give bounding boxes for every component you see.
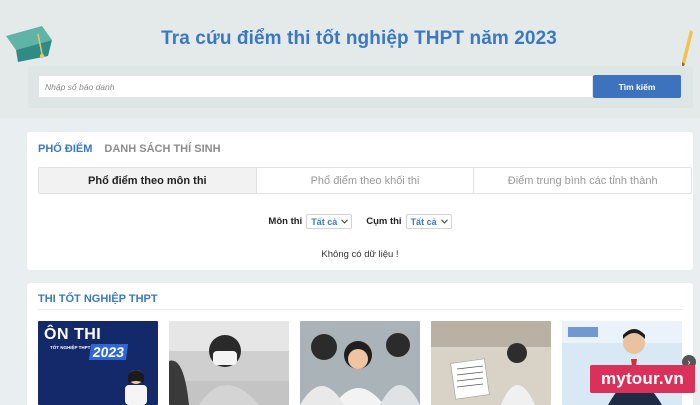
students-smiling-photo-icon [300, 321, 420, 405]
news-thumbnail-students-smiling[interactable] [300, 321, 420, 405]
tab-score-distribution[interactable]: PHỔ ĐIỂM [38, 143, 92, 161]
section-divider [38, 309, 683, 310]
news-thumbnails: ÔN THI TỐT NGHIỆP THPT 2023 [38, 321, 682, 405]
news-thumbnail-exam-room[interactable] [431, 321, 551, 405]
subject-filter-label: Môn thi [268, 216, 303, 227]
student-writing-photo-icon [169, 321, 289, 405]
exam-room-photo-icon [431, 321, 551, 405]
watermark-logo: mytour.vn [590, 365, 695, 393]
subtab-by-block[interactable]: Phổ điểm theo khối thi [255, 168, 474, 193]
cluster-filter-label: Cụm thi [366, 216, 402, 227]
news-thumbnail-student-writing[interactable] [169, 321, 289, 405]
subject-select[interactable]: Tất cả [306, 214, 353, 229]
main-tabs: PHỔ ĐIỂM DANH SÁCH THÍ SINH [38, 143, 221, 161]
poster-year: 2023 [88, 344, 129, 360]
subject-select-value: Tất cả [311, 216, 338, 227]
tab-candidate-list[interactable]: DANH SÁCH THÍ SINH [104, 143, 220, 161]
sub-tabs: Phổ điểm theo môn thi Phổ điểm theo khối… [38, 167, 692, 194]
page-title: Tra cứu điểm thi tốt nghiệp THPT năm 202… [161, 28, 557, 49]
candidate-number-input[interactable] [38, 75, 593, 98]
poster-subtitle: TỐT NGHIỆP THPT [50, 345, 91, 350]
subject-filter: Môn thi Tất cả [268, 214, 353, 229]
chevron-down-icon [341, 219, 349, 224]
chevron-down-icon [440, 219, 448, 224]
cluster-select-value: Tất cả [410, 216, 437, 227]
news-thumbnail-poster[interactable]: ÔN THI TỐT NGHIỆP THPT 2023 [38, 321, 158, 405]
score-distribution-card: PHỔ ĐIỂM DANH SÁCH THÍ SINH Phổ điểm the… [27, 132, 693, 270]
cluster-filter: Cụm thi Tất cả [366, 214, 452, 229]
empty-message: Không có dữ liệu ! [321, 249, 399, 260]
cluster-select[interactable]: Tất cả [405, 214, 452, 229]
search-button[interactable]: Tìm kiếm [593, 75, 681, 98]
poster-headline: ÔN THI [44, 326, 102, 343]
section-title: THI TỐT NGHIỆP THPT [38, 293, 158, 305]
filters: Môn thi Tất cả Cụm thi Tất cả [27, 214, 693, 229]
student-illustration-icon [125, 370, 147, 405]
header-banner: Tra cứu điểm thi tốt nghiệp THPT năm 202… [0, 0, 700, 118]
subtab-by-subject[interactable]: Phổ điểm theo môn thi [39, 168, 256, 193]
search-bar: Tìm kiếm [28, 66, 693, 108]
subtab-province-average[interactable]: Điểm trung bình các tỉnh thành [473, 168, 691, 193]
